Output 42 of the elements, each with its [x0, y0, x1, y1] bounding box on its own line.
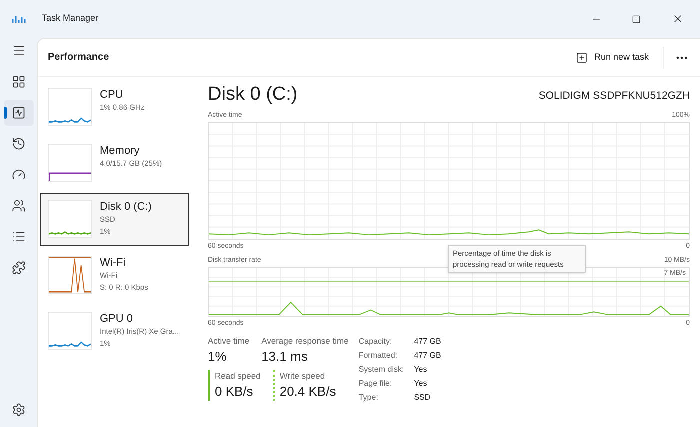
device-name: Memory — [100, 145, 141, 158]
property-value: SSD — [414, 392, 432, 404]
stat-label: Average response time — [262, 335, 349, 348]
speed-value: 0 KB/s — [215, 382, 254, 400]
settings-icon — [12, 403, 26, 417]
puzzle-icon — [12, 261, 26, 275]
selection-indicator — [4, 107, 6, 119]
property-value: Yes — [414, 378, 428, 390]
disk-title: Disk 0 (C:) — [208, 83, 298, 107]
device-name: Disk 0 (C:) — [100, 201, 152, 214]
property-label: Type: — [358, 392, 380, 404]
speed-value: 20.4 KB/s — [280, 382, 336, 400]
maximize-icon — [632, 14, 640, 24]
property-label: System disk: — [358, 364, 404, 376]
gauge-icon — [12, 168, 26, 182]
close-icon — [672, 13, 684, 25]
device-name: Wi-Fi — [100, 257, 127, 270]
users-icon — [12, 199, 26, 213]
page-title: Performance — [48, 51, 110, 65]
stat-value: 13.1 ms — [262, 348, 309, 366]
activity-icon — [12, 106, 26, 120]
property-label: Formatted: — [358, 350, 399, 362]
run-new-task-button[interactable]: Run new task — [570, 46, 655, 68]
property-value: Yes — [414, 364, 428, 376]
property-value: 477 GB — [414, 336, 442, 348]
stat-label: Active time — [208, 335, 250, 348]
grid-icon — [12, 75, 26, 89]
disk-model: SOLIDIGM SSDPFKNU512GZH — [538, 89, 690, 104]
app-icon — [12, 14, 26, 24]
speed-label: Write speed — [280, 370, 326, 382]
property-value: 477 GB — [414, 350, 442, 362]
new-task-icon — [576, 52, 588, 64]
property-label: Page file: — [358, 378, 394, 390]
device-name: CPU — [100, 89, 124, 102]
history-icon — [12, 137, 26, 151]
nav-button[interactable] — [4, 100, 34, 126]
menu-icon — [12, 44, 26, 58]
device-name: GPU 0 — [100, 313, 134, 326]
window-title: Task Manager — [42, 12, 99, 26]
speed-label: Read speed — [215, 370, 261, 382]
stat-value: 1% — [208, 348, 228, 366]
property-label: Capacity: — [358, 336, 394, 348]
